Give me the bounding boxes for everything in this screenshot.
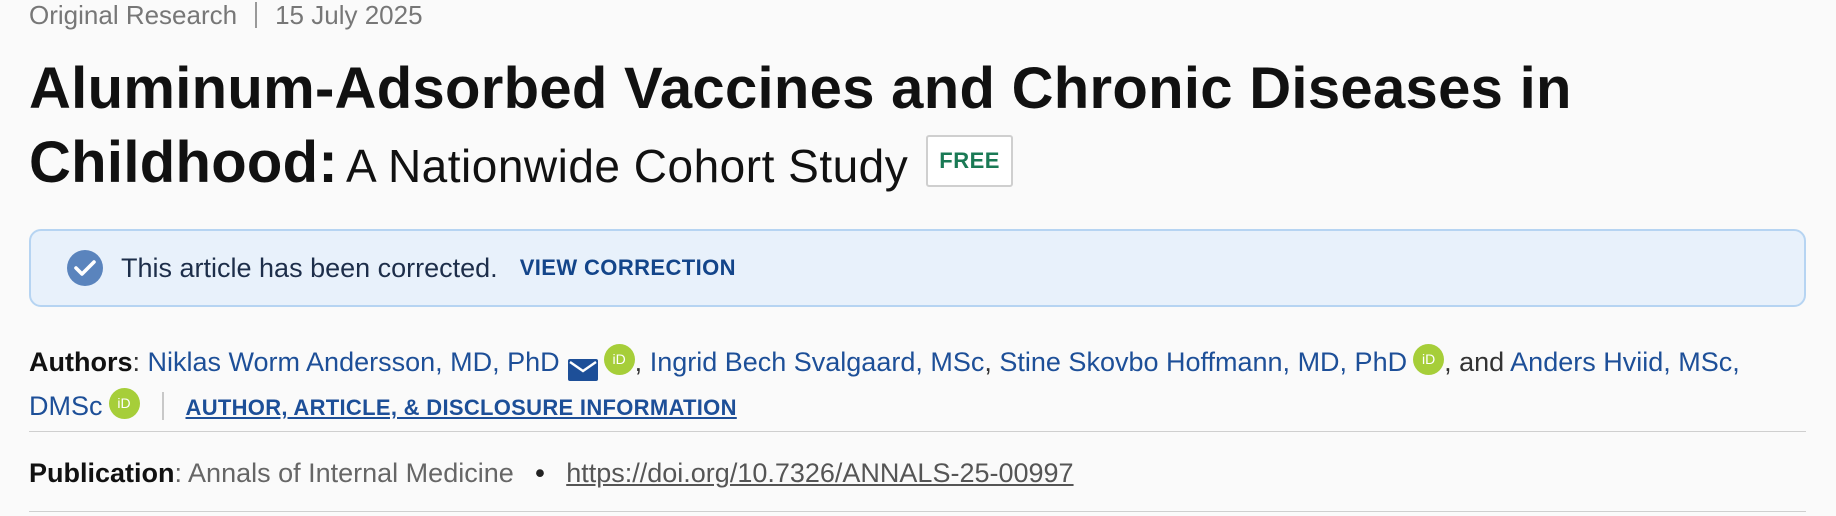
disclosure-info-link[interactable]: AUTHOR, ARTICLE, & DISCLOSURE INFORMATIO… bbox=[186, 395, 737, 420]
article-header: Original Research 15 July 2025 Aluminum-… bbox=[0, 0, 1836, 516]
authors-colon: : bbox=[132, 347, 141, 377]
title-subtitle: A Nationwide Cohort Study bbox=[346, 140, 909, 192]
meta-divider bbox=[255, 2, 258, 28]
check-circle-icon bbox=[67, 250, 103, 286]
orcid-icon[interactable]: iD bbox=[1413, 344, 1445, 376]
correction-notice: This article has been corrected. VIEW CO… bbox=[29, 229, 1806, 307]
article-type: Original Research bbox=[29, 0, 238, 30]
article-meta: Original Research 15 July 2025 bbox=[29, 0, 423, 30]
bullet-separator: • bbox=[535, 458, 545, 488]
free-badge: FREE bbox=[926, 134, 1013, 187]
orcid-icon[interactable]: iD bbox=[108, 388, 140, 420]
publish-date: 15 July 2025 bbox=[275, 0, 423, 30]
authors-section: Authors: Niklas Worm Andersson, MD, PhD i… bbox=[29, 340, 1819, 430]
view-correction-link[interactable]: VIEW CORRECTION bbox=[520, 255, 736, 281]
orcid-icon[interactable]: iD bbox=[603, 344, 635, 376]
author-link-hoffmann[interactable]: Stine Skovbo Hoffmann, MD, PhD bbox=[999, 347, 1407, 377]
publication-label: Publication bbox=[29, 458, 175, 488]
authors-label: Authors bbox=[29, 347, 133, 377]
doi-link[interactable]: https://doi.org/10.7326/ANNALS-25-00997 bbox=[566, 458, 1073, 488]
section-divider bbox=[29, 511, 1806, 512]
author-separator: , bbox=[984, 347, 992, 377]
section-divider bbox=[29, 431, 1806, 432]
author-separator: , bbox=[634, 347, 643, 377]
article-title: Aluminum-Adsorbed Vaccines and Chronic D… bbox=[29, 52, 1819, 203]
authors-and: , and bbox=[1444, 347, 1505, 377]
correction-text: This article has been corrected. bbox=[121, 252, 498, 283]
author-link-andersson[interactable]: Niklas Worm Andersson, MD, PhD bbox=[148, 347, 560, 377]
author-link-svalgaard[interactable]: Ingrid Bech Svalgaard, MSc bbox=[650, 347, 985, 377]
email-icon[interactable] bbox=[567, 350, 598, 381]
journal-name: Annals of Internal Medicine bbox=[188, 458, 514, 488]
publication-info: Publication: Annals of Internal Medicine… bbox=[29, 455, 1074, 491]
publication-colon: : bbox=[174, 458, 183, 488]
authors-divider bbox=[161, 391, 164, 420]
